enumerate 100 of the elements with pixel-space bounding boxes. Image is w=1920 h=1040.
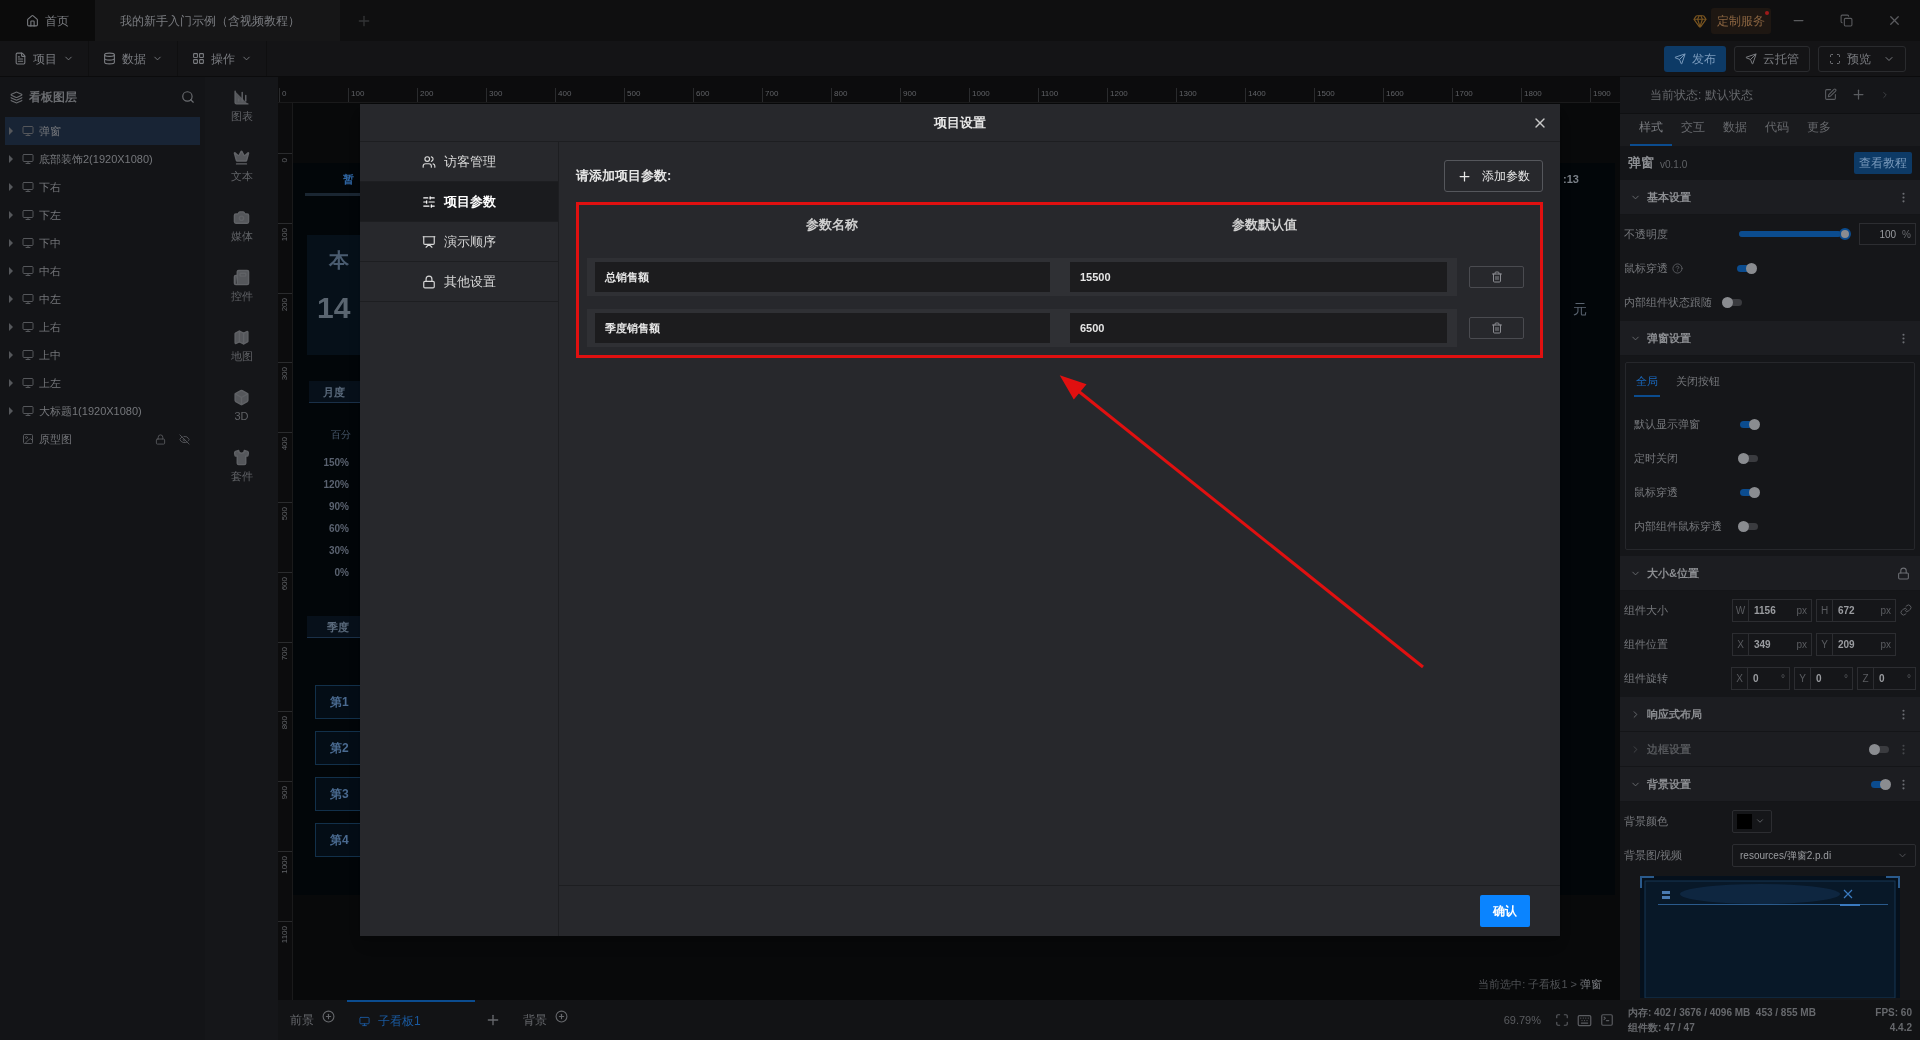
expand-arrow-icon[interactable] <box>9 323 13 331</box>
toggle-switch[interactable] <box>1738 452 1760 464</box>
name-field[interactable]: 季度销售额 <box>595 313 1050 343</box>
slider-thumb[interactable] <box>1838 228 1851 240</box>
lock-icon[interactable] <box>1897 566 1910 580</box>
menu-button[interactable]: 数据 <box>89 41 178 76</box>
section-header[interactable]: 响应式布局 <box>1620 697 1920 732</box>
number-field[interactable]: X 349 px <box>1732 632 1812 656</box>
section-header[interactable]: 大小&位置 <box>1620 556 1920 591</box>
panel-tab[interactable]: 交互 <box>1672 118 1714 147</box>
section-header[interactable]: 基本设置 <box>1620 180 1920 215</box>
board-tab[interactable]: 背景 <box>511 1000 580 1040</box>
lock-icon[interactable] <box>155 433 166 445</box>
document-tab[interactable]: 我的新手入门示例（含视频教程） <box>95 0 340 41</box>
toggle-switch[interactable] <box>1735 262 1757 274</box>
toggle-switch[interactable] <box>1722 296 1744 308</box>
sub-tab[interactable]: 关闭按钮 <box>1674 372 1722 397</box>
menu-button[interactable]: 项目 <box>0 41 89 76</box>
value-field[interactable]: 15500 <box>1070 262 1447 292</box>
number-field[interactable]: Y 209 px <box>1816 632 1896 656</box>
layer-item[interactable]: 底部装饰2(1920X1080) <box>5 145 200 173</box>
toggle-switch[interactable] <box>1869 778 1891 790</box>
expand-arrow-icon[interactable] <box>9 295 13 303</box>
layer-item[interactable]: 中右 <box>5 257 200 285</box>
board-tab[interactable]: 子看板1 <box>347 1000 475 1040</box>
layer-item[interactable]: 中左 <box>5 285 200 313</box>
layer-item[interactable]: 上右 <box>5 313 200 341</box>
panel-tab[interactable]: 数据 <box>1714 118 1756 147</box>
layer-item[interactable]: 下中 <box>5 229 200 257</box>
document-tab[interactable]: 首页 <box>0 0 95 41</box>
toolbar-button[interactable]: 云托管 <box>1734 45 1810 72</box>
layer-item[interactable]: 下右 <box>5 173 200 201</box>
fit-icon[interactable] <box>1555 1013 1569 1027</box>
chevron-icon[interactable] <box>1880 89 1890 100</box>
number-field[interactable]: X 0 ° <box>1731 666 1790 690</box>
link-icon[interactable] <box>1900 604 1912 616</box>
terminal-icon[interactable] <box>1600 1013 1614 1027</box>
select-field[interactable]: resources/弹窗2.p.di <box>1732 843 1916 867</box>
opacity-field[interactable]: 100 % <box>1859 223 1916 245</box>
number-field[interactable]: Y 0 ° <box>1794 666 1853 690</box>
edit-icon[interactable] <box>1824 88 1837 102</box>
nav-item[interactable]: 访客管理 <box>360 142 558 182</box>
number-field[interactable]: H 672 px <box>1816 598 1896 622</box>
expand-arrow-icon[interactable] <box>9 211 13 219</box>
expand-arrow-icon[interactable] <box>9 127 13 135</box>
expand-arrow-icon[interactable] <box>9 155 13 163</box>
nav-item[interactable]: 其他设置 <box>360 262 558 302</box>
widget-button[interactable]: 文本 <box>205 137 278 197</box>
confirm-button[interactable]: 确认 <box>1480 895 1530 927</box>
menu-button[interactable]: 操作 <box>178 41 267 76</box>
custom-service-button[interactable]: 定制服务 <box>1711 7 1771 34</box>
toggle-switch[interactable] <box>1738 520 1760 532</box>
add-icon[interactable] <box>1851 87 1866 103</box>
expand-arrow-icon[interactable] <box>9 183 13 191</box>
add-circle-icon[interactable] <box>555 1009 568 1023</box>
nav-item[interactable]: 项目参数 <box>360 182 558 222</box>
panel-tab[interactable]: 代码 <box>1756 118 1798 147</box>
number-field[interactable]: Z 0 ° <box>1857 666 1916 690</box>
add-circle-icon[interactable] <box>322 1009 335 1023</box>
expand-arrow-icon[interactable] <box>9 239 13 247</box>
layer-item[interactable]: 上中 <box>5 341 200 369</box>
toggle-switch[interactable] <box>1738 418 1760 430</box>
widget-button[interactable]: 3D <box>205 377 278 437</box>
tutorial-button[interactable]: 查看教程 <box>1854 152 1912 175</box>
add-board-icon[interactable] <box>485 1012 501 1028</box>
hidden-icon[interactable] <box>179 433 190 445</box>
expand-arrow-icon[interactable] <box>9 379 13 387</box>
layer-item[interactable]: 原型图 <box>5 425 200 453</box>
toolbar-button[interactable]: 发布 <box>1664 45 1726 72</box>
number-field[interactable]: W 1156 px <box>1732 598 1812 622</box>
value-field[interactable]: 6500 <box>1070 313 1447 343</box>
restore-icon[interactable] <box>1840 14 1853 27</box>
layer-item[interactable]: 下左 <box>5 201 200 229</box>
widget-button[interactable]: 地图 <box>205 317 278 377</box>
color-picker[interactable] <box>1732 809 1772 833</box>
panel-tab[interactable]: 更多 <box>1798 118 1840 147</box>
add-parameter-button[interactable]: 添加参数 <box>1444 160 1543 192</box>
layer-item[interactable]: 弹窗 <box>5 117 200 145</box>
board-tab[interactable]: 前景 <box>278 1000 347 1040</box>
name-field[interactable]: 总销售额 <box>595 262 1050 292</box>
delete-button[interactable] <box>1469 317 1524 339</box>
widget-button[interactable]: 媒体 <box>205 197 278 257</box>
expand-arrow-icon[interactable] <box>9 267 13 275</box>
section-header[interactable]: 弹窗设置 <box>1620 321 1920 356</box>
help-icon[interactable] <box>1672 262 1683 274</box>
sub-tab[interactable]: 全局 <box>1634 372 1660 397</box>
widget-button[interactable]: 图表 <box>205 77 278 137</box>
search-icon[interactable] <box>181 90 195 104</box>
widget-button[interactable]: 套件 <box>205 437 278 497</box>
section-header[interactable]: 背景设置 <box>1620 767 1920 802</box>
nav-item[interactable]: 演示顺序 <box>360 222 558 262</box>
widget-button[interactable]: 控件 <box>205 257 278 317</box>
expand-arrow-icon[interactable] <box>9 351 13 359</box>
toggle-switch[interactable] <box>1738 486 1760 498</box>
layer-item[interactable]: 上左 <box>5 369 200 397</box>
delete-button[interactable] <box>1469 266 1524 288</box>
expand-arrow-icon[interactable] <box>9 407 13 415</box>
layer-item[interactable]: 大标题1(1920X1080) <box>5 397 200 425</box>
toolbar-button[interactable]: 预览 <box>1818 45 1906 72</box>
keyboard-icon[interactable] <box>1577 1012 1592 1028</box>
